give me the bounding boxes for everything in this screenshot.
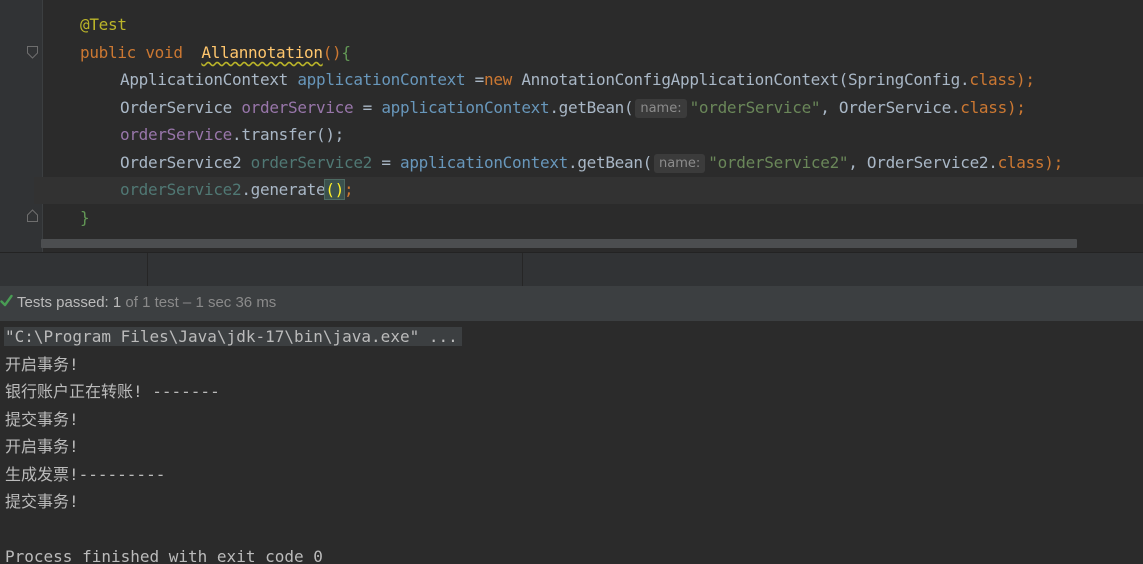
- keyword-public: public: [80, 43, 136, 62]
- assign-op: =: [465, 70, 485, 89]
- code-line-6: OrderService2 orderService2 = applicatio…: [120, 149, 1063, 176]
- parameter-hint: name:: [635, 99, 687, 118]
- method-call: .getBean(: [568, 153, 652, 172]
- argument-rest: , OrderService.: [820, 98, 961, 117]
- matched-parens: (): [324, 179, 345, 200]
- variable-name: orderService: [241, 98, 354, 117]
- method-parens: (): [322, 43, 342, 62]
- statement-end: ;: [344, 180, 354, 199]
- type-name: ApplicationContext: [120, 70, 288, 89]
- keyword-class: class: [960, 98, 1007, 117]
- console-line: 开启事务!: [5, 437, 79, 456]
- check-icon: [0, 293, 13, 309]
- test-status-bar: Tests passed: 1 of 1 test – 1 sec 36 ms: [0, 286, 1143, 322]
- variable-name: orderService2: [120, 180, 242, 199]
- code-line-5: orderService.transfer();: [120, 121, 344, 148]
- code-line-8: }: [80, 204, 90, 231]
- context-reference: applicationContext: [381, 98, 550, 117]
- variable-name: applicationContext: [297, 70, 466, 89]
- toolbar-divider: [147, 253, 148, 287]
- fold-close-icon[interactable]: [27, 209, 38, 222]
- console-line: 开启事务!: [5, 355, 79, 374]
- method-name[interactable]: Allannotation: [201, 43, 323, 62]
- code-line-3: ApplicationContext applicationContext =n…: [120, 66, 1035, 93]
- keyword-void: void: [145, 43, 183, 62]
- tests-passed-label: Tests passed:: [17, 294, 113, 311]
- type-name: OrderService: [120, 98, 232, 117]
- code-line-2: public void Allannotation(){: [80, 39, 351, 66]
- parameter-hint: name:: [654, 154, 706, 173]
- statement-end: );: [1006, 98, 1026, 117]
- code-line-7: orderService2.generate();: [120, 176, 354, 203]
- assign-op: =: [353, 98, 382, 117]
- keyword-class: class: [997, 153, 1045, 172]
- variable-name: orderService2: [250, 153, 373, 172]
- keyword-class: class: [969, 70, 1016, 89]
- method-call: .transfer();: [232, 125, 344, 144]
- test-annotation: @Test: [80, 15, 127, 34]
- toolbar-divider: [522, 253, 523, 287]
- fold-open-icon[interactable]: [27, 46, 38, 59]
- run-toolbar: [0, 252, 1143, 287]
- assign-op: =: [372, 153, 400, 172]
- console-line: 提交事务!: [5, 492, 79, 511]
- horizontal-scrollbar[interactable]: [41, 239, 1077, 248]
- gutter-divider: [42, 0, 43, 252]
- console-output[interactable]: "C:\Program Files\Java\jdk-17\bin\java.e…: [0, 322, 1143, 564]
- open-brace: {: [341, 43, 351, 62]
- console-line: 生成发票!---------: [5, 465, 166, 484]
- java-command[interactable]: "C:\Program Files\Java\jdk-17\bin\java.e…: [4, 327, 462, 346]
- tests-passed-text: Tests passed: 1 of 1 test – 1 sec 36 ms: [17, 294, 276, 311]
- method-call: .generate: [241, 180, 326, 199]
- variable-name: orderService: [120, 125, 232, 144]
- code-line-4: OrderService orderService = applicationC…: [120, 94, 1026, 121]
- console-line: "C:\Program Files\Java\jdk-17\bin\java.e…: [4, 323, 462, 350]
- keyword-new: new: [484, 70, 513, 89]
- context-reference: applicationContext: [400, 153, 568, 172]
- statement-end: );: [1044, 153, 1063, 172]
- code-line-1: @Test: [80, 11, 127, 38]
- string-literal: "orderService2": [708, 153, 849, 172]
- console-line: 提交事务!: [5, 410, 79, 429]
- string-literal: "orderService": [689, 98, 821, 117]
- console-line: 银行账户正在转账! -------: [5, 382, 220, 401]
- tests-passed-count: 1: [112, 294, 122, 311]
- argument-rest: , OrderService2.: [848, 153, 998, 172]
- code-editor[interactable]: @Test public void Allannotation(){ Appli…: [0, 0, 1143, 252]
- type-name: OrderService2: [120, 153, 242, 172]
- close-brace: }: [80, 208, 90, 227]
- constructor-call: AnnotationConfigApplicationContext(Sprin…: [512, 70, 970, 89]
- statement-end: );: [1016, 70, 1035, 89]
- process-exit-line: Process finished with exit code 0: [5, 547, 323, 564]
- tests-passed-detail: of 1 test – 1 sec 36 ms: [121, 294, 277, 311]
- method-call: .getBean(: [549, 98, 634, 117]
